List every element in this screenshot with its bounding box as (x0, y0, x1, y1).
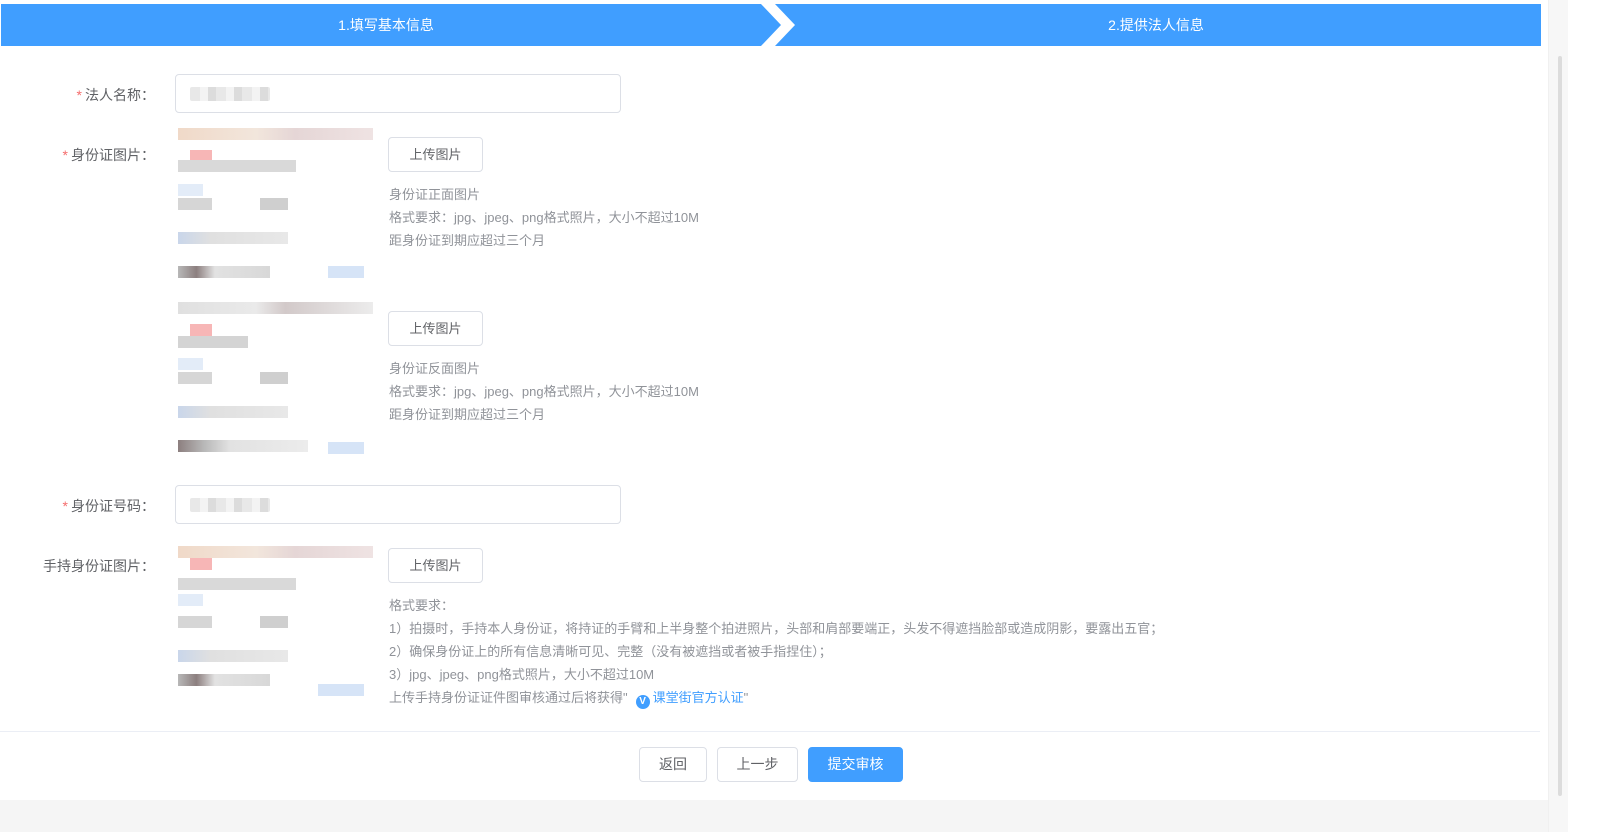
required-mark: * (76, 87, 82, 103)
cert-suffix: " (743, 690, 749, 705)
page-bottom-area (0, 800, 1548, 832)
handheld-hint-2: 2）确保身份证上的所有信息清晰可见、完整（没有被遮挡或者被手指捏住）； (389, 644, 832, 659)
back-hint-title: 身份证反面图片 (389, 361, 481, 376)
previous-step-button[interactable]: 上一步 (717, 747, 798, 782)
official-cert-link[interactable]: 课堂街官方认证 (653, 690, 744, 705)
handheld-hint-title: 格式要求： (389, 598, 455, 613)
required-mark: * (62, 147, 68, 163)
upload-back-button[interactable]: 上传图片 (388, 311, 483, 346)
handheld-hints: 格式要求： 1）拍摄时，手持本人身份证，将持证的手臂和上半身整个拍进照片，头部和… (389, 594, 1163, 709)
blurred-value (190, 87, 270, 101)
front-hints: 身份证正面图片 格式要求：jpg、jpeg、png格式照片，大小不超过10M 距… (389, 183, 699, 252)
handheld-photo-label: 手持身份证图片： (43, 558, 155, 574)
legal-name-input[interactable] (175, 74, 621, 113)
step-basic-info: 1.填写基本信息 (338, 17, 434, 33)
steps-bar: 1.填写基本信息 2.提供法人信息 (1, 4, 1541, 46)
id-number-label: * 身份证号码： (0, 496, 155, 516)
handheld-hint-3: 3）jpg、jpeg、png格式照片，大小不超过10M (389, 667, 655, 682)
step-legal-info: 2.提供法人信息 (1108, 17, 1204, 33)
certification-note: 上传手持身份证证件图审核通过后将获得" V 课堂街官方认证" (389, 686, 1163, 709)
front-hint-title: 身份证正面图片 (389, 187, 481, 202)
id-front-image (168, 126, 378, 291)
legal-name-label: * 法人名称： (0, 85, 155, 105)
id-photo-label-text: 身份证图片： (71, 147, 155, 163)
id-number-label-text: 身份证号码： (71, 498, 155, 514)
front-hint-expiry: 距身份证到期应超过三个月 (389, 233, 546, 248)
id-number-input[interactable] (175, 485, 621, 524)
back-button[interactable]: 返回 (639, 747, 707, 782)
id-photo-label: * 身份证图片： (0, 145, 155, 165)
back-hint-expiry: 距身份证到期应超过三个月 (389, 407, 546, 422)
handheld-image (168, 544, 378, 709)
legal-name-label-text: 法人名称： (85, 87, 155, 103)
id-back-image (168, 300, 378, 465)
upload-front-button[interactable]: 上传图片 (388, 137, 483, 172)
cert-prefix: 上传手持身份证证件图审核通过后将获得" (389, 690, 628, 705)
front-hint-format: 格式要求：jpg、jpeg、png格式照片，大小不超过10M (389, 210, 699, 225)
submit-review-button[interactable]: 提交审核 (808, 747, 903, 782)
back-hints: 身份证反面图片 格式要求：jpg、jpeg、png格式照片，大小不超过10M 距… (389, 357, 699, 426)
scrollbar-thumb[interactable] (1558, 56, 1562, 796)
handheld-hint-1: 1）拍摄时，手持本人身份证，将持证的手臂和上半身整个拍进照片，头部和肩部要端正，… (389, 621, 1164, 636)
back-hint-format: 格式要求：jpg、jpeg、png格式照片，大小不超过10M (389, 384, 699, 399)
blurred-value (190, 498, 270, 512)
verified-v-icon: V (635, 695, 650, 709)
upload-handheld-button[interactable]: 上传图片 (388, 548, 483, 583)
footer-divider (0, 731, 1540, 732)
required-mark: * (62, 498, 68, 514)
